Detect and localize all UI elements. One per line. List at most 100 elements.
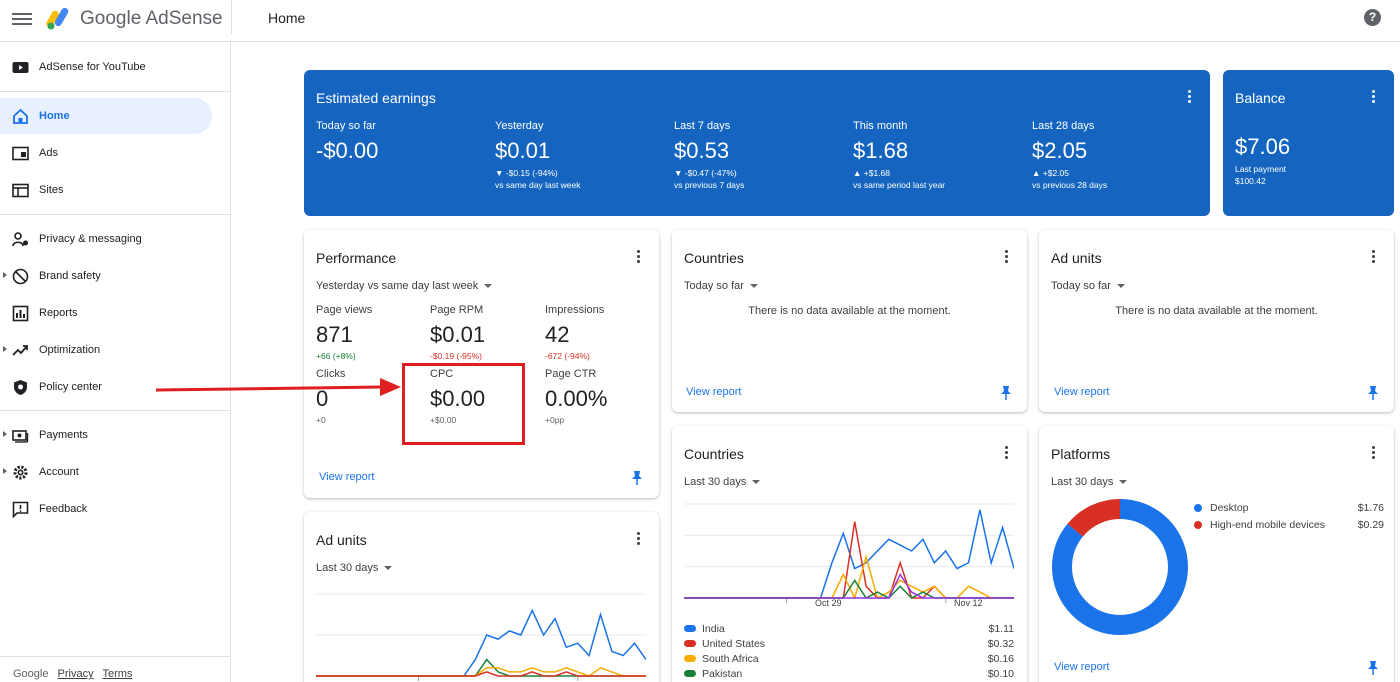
card-title: Performance (316, 250, 397, 266)
view-report-link[interactable]: View report (1054, 661, 1109, 673)
legend-value: $0.32 (987, 638, 1014, 650)
menu-icon[interactable] (12, 10, 32, 30)
more-options-icon[interactable] (1182, 90, 1196, 106)
sidebar-item-account[interactable]: Account (0, 454, 212, 490)
x-tick-label: Nov 12 (954, 598, 983, 608)
metric-page-views: Page views 871 +66 (+8%) (316, 304, 372, 361)
x-tick-label: Oct 29 (815, 598, 842, 608)
earnings-last-7-days: Last 7 days $0.53 ▼ -$0.47 (-47%) vs pre… (674, 120, 744, 190)
date-range-dropdown[interactable]: Yesterday vs same day last week (316, 280, 492, 292)
footer-google: Google (13, 668, 49, 680)
expand-caret-icon[interactable] (3, 272, 7, 278)
legend-value: $0.10 (987, 668, 1014, 680)
more-options-icon[interactable] (1366, 250, 1380, 266)
earnings-value: $2.05 (1032, 138, 1088, 163)
card-title: Platforms (1051, 446, 1111, 462)
sidebar-divider (0, 410, 231, 411)
metric-label: Page RPM (430, 304, 484, 316)
legend-item: United States $0.32 (684, 638, 1014, 652)
date-range-dropdown[interactable]: Last 30 days (316, 562, 392, 574)
legend-value: $0.29 (1357, 519, 1384, 531)
legend-value: $1.76 (1357, 502, 1384, 514)
payments-icon (12, 430, 29, 443)
date-range-dropdown[interactable]: Last 30 days (684, 476, 760, 488)
pin-icon[interactable] (631, 470, 643, 486)
estimated-earnings-card: Estimated earnings Today so far -$0.00 Y… (304, 70, 1210, 216)
legend-item: Pakistan $0.10 (684, 668, 1014, 682)
sidebar-item-reports[interactable]: Reports (0, 295, 212, 331)
legend-swatch (684, 655, 696, 662)
privacy-icon (12, 232, 28, 247)
date-range-dropdown[interactable]: Today so far (1051, 280, 1125, 292)
sidebar-item-optimization[interactable]: Optimization (0, 332, 212, 368)
legend-swatch (684, 625, 696, 632)
card-title: Estimated earnings (316, 90, 436, 106)
earnings-value: -$0.00 (316, 138, 379, 163)
expand-caret-icon[interactable] (3, 431, 7, 437)
expand-caret-icon[interactable] (3, 468, 7, 474)
footer-privacy-link[interactable]: Privacy (58, 668, 94, 680)
feedback-icon (12, 501, 29, 518)
sidebar-item-payments[interactable]: Payments (0, 417, 212, 453)
earnings-delta: ▼ -$0.47 (-47%) (674, 168, 737, 178)
more-options-icon[interactable] (999, 446, 1013, 462)
youtube-icon (12, 62, 29, 73)
legend-name: India (702, 623, 725, 635)
sidebar-item-label: Policy center (39, 381, 102, 393)
sidebar-item-home[interactable]: Home (0, 98, 212, 134)
legend-swatch (1194, 521, 1202, 529)
sidebar-item-adsense-for-youtube[interactable]: AdSense for YouTube (0, 49, 212, 85)
sidebar-item-label: Ads (39, 147, 58, 159)
metric-value: 42 (545, 322, 570, 347)
sidebar-item-label: Optimization (39, 344, 101, 356)
earnings-this-month: This month $1.68 ▲ +$1.68 vs same period… (853, 120, 945, 190)
help-icon[interactable]: ? (1364, 9, 1381, 26)
date-range-dropdown[interactable]: Last 30 days (1051, 476, 1127, 488)
earnings-yesterday: Yesterday $0.01 ▼ -$0.15 (-94%) vs same … (495, 120, 581, 190)
metric-page-rpm: Page RPM $0.01 -$0.19 (-95%) (430, 304, 485, 361)
legend-name: Pakistan (702, 668, 743, 680)
adsense-logo (46, 7, 69, 30)
legend-swatch (684, 640, 696, 647)
more-options-icon[interactable] (631, 250, 645, 266)
footer-terms-link[interactable]: Terms (102, 668, 132, 680)
earnings-delta: ▲ +$2.05 (1032, 168, 1070, 178)
pin-icon[interactable] (1367, 660, 1379, 676)
view-report-link[interactable]: View report (686, 386, 741, 398)
more-options-icon[interactable] (1366, 446, 1380, 462)
sidebar-footer: Google Privacy Terms (13, 668, 138, 680)
sidebar-item-feedback[interactable]: Feedback (0, 491, 212, 527)
view-report-link[interactable]: View report (319, 471, 374, 483)
earnings-label: Last 28 days (1032, 120, 1095, 132)
series-line-3 (684, 579, 1014, 599)
legend-item: India $1.11 (684, 623, 1014, 637)
view-report-link[interactable]: View report (1054, 386, 1109, 398)
sidebar-item-label: Privacy & messaging (39, 233, 142, 245)
cpc-highlight-box (402, 363, 525, 445)
sidebar-item-brand-safety[interactable]: Brand safety (0, 258, 212, 294)
expand-caret-icon[interactable] (3, 346, 7, 352)
pin-icon[interactable] (1000, 385, 1012, 401)
home-icon (13, 108, 28, 124)
block-icon (12, 268, 29, 285)
sidebar-item-label: Payments (39, 429, 88, 441)
ad-units-30-days-card: Ad units Last 30 days (304, 512, 659, 682)
pin-icon[interactable] (1367, 385, 1379, 401)
brand-name: Google AdSense (80, 8, 223, 29)
more-options-icon[interactable] (1366, 90, 1380, 106)
earnings-value: $0.53 (674, 138, 730, 163)
balance-card: Balance $7.06 Last payment $100.42 (1223, 70, 1394, 216)
sidebar-item-ads[interactable]: Ads (0, 135, 212, 171)
legend-item: South Africa $0.16 (684, 653, 1014, 667)
sidebar-item-privacy-messaging[interactable]: Privacy & messaging (0, 221, 212, 257)
sidebar-item-sites[interactable]: Sites (0, 172, 212, 208)
last-payment-label: Last payment (1235, 164, 1287, 174)
earnings-comparison: vs same day last week (495, 180, 581, 190)
sidebar-item-label: Sites (39, 184, 64, 196)
more-options-icon[interactable] (999, 250, 1013, 266)
metric-label: Page CTR (545, 368, 597, 380)
date-range-dropdown[interactable]: Today so far (684, 280, 758, 292)
metric-delta: +0pp (545, 415, 565, 425)
more-options-icon[interactable] (631, 532, 645, 548)
trending-icon (12, 345, 28, 356)
